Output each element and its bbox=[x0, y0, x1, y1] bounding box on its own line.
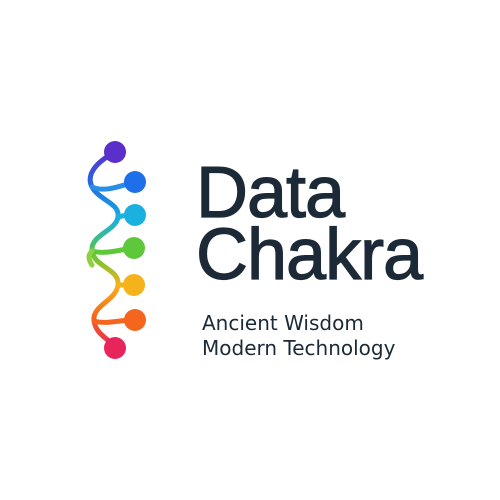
tagline: Ancient Wisdom Modern Technology bbox=[202, 311, 395, 361]
node-red bbox=[104, 337, 126, 359]
node-cyan bbox=[124, 204, 146, 226]
chakra-chain-icon bbox=[80, 135, 160, 365]
node-violet bbox=[104, 141, 126, 163]
tagline-line1: Ancient Wisdom bbox=[202, 311, 364, 335]
node-green bbox=[123, 237, 145, 259]
node-yellow bbox=[123, 274, 145, 296]
brand-name: Data Chakra bbox=[195, 156, 486, 295]
tagline-line2: Modern Technology bbox=[202, 336, 396, 360]
logo-canvas: Data Chakra Ancient Wisdom Modern Techno… bbox=[0, 0, 500, 500]
node-orange bbox=[124, 309, 146, 331]
brand-name-line2: Chakra bbox=[195, 215, 423, 295]
node-blue bbox=[124, 171, 146, 193]
